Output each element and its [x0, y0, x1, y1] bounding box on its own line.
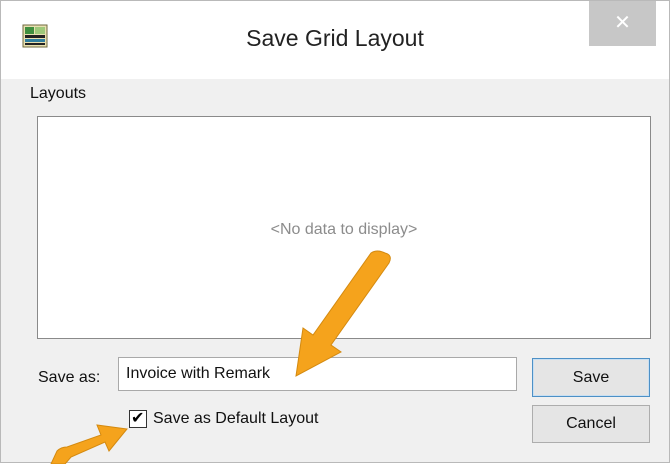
annotation-arrows	[50, 250, 391, 464]
arrow-icon-to-input	[295, 250, 391, 377]
save-grid-layout-dialog: Save Grid Layout ✕ Layouts <No data to d…	[0, 0, 670, 464]
arrow-icon-to-checkbox	[50, 424, 128, 464]
